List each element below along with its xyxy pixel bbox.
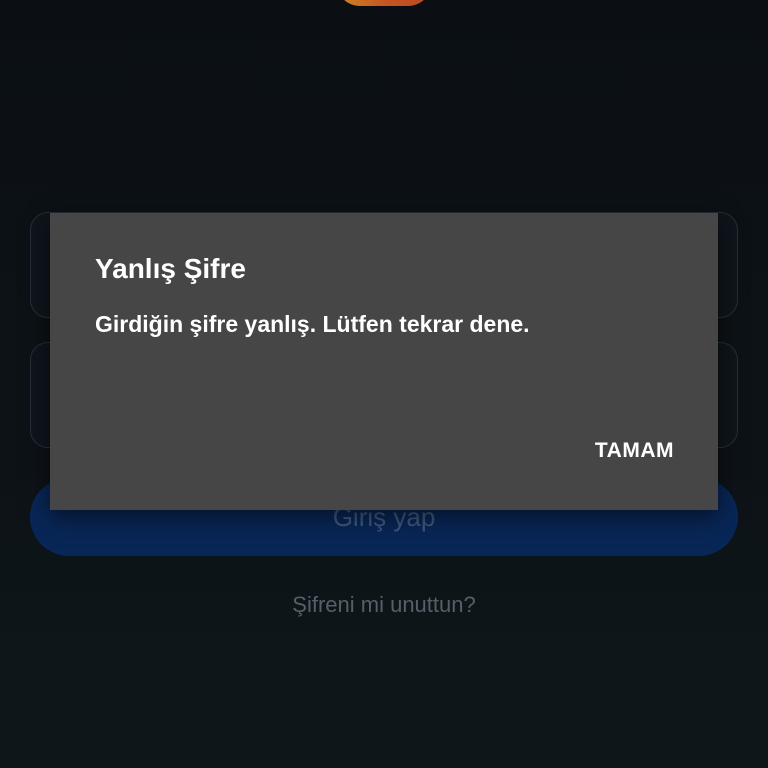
ok-button[interactable]: TAMAM	[595, 439, 674, 463]
dialog-title: Yanlış Şifre	[95, 253, 246, 284]
login-screen: Giriş yap Şifreni mi unuttun? Yanlış Şif…	[0, 0, 768, 768]
error-dialog: Yanlış Şifre Girdiğin şifre yanlış. Lütf…	[50, 213, 718, 510]
dialog-message: Girdiğin şifre yanlış. Lütfen tekrar den…	[95, 311, 530, 337]
